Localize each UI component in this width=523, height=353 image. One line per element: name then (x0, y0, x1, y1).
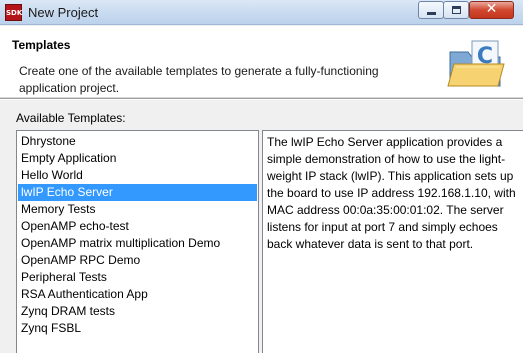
template-description-panel: The lwIP Echo Server application provide… (262, 130, 523, 353)
list-item-zynq-fsbl[interactable]: Zynq FSBL (18, 320, 257, 337)
close-button[interactable]: ✕ (469, 1, 514, 19)
title-bar[interactable]: SDK New Project ✕ (0, 0, 523, 25)
wizard-header: Templates Create one of the available te… (0, 26, 523, 98)
available-templates-label: Available Templates: (16, 111, 126, 125)
list-item-rsa-authentication-app[interactable]: RSA Authentication App (18, 286, 257, 303)
list-item-empty-application[interactable]: Empty Application (18, 150, 257, 167)
page-title: Templates (12, 38, 71, 52)
list-item-openamp-echo-test[interactable]: OpenAMP echo-test (18, 218, 257, 235)
list-item-openamp-matrix-multiplication-demo[interactable]: OpenAMP matrix multiplication Demo (18, 235, 257, 252)
maximize-button[interactable] (443, 1, 469, 19)
list-item-memory-tests[interactable]: Memory Tests (18, 201, 257, 218)
list-item-openamp-rpc-demo[interactable]: OpenAMP RPC Demo (18, 252, 257, 269)
page-description: Create one of the available templates to… (19, 64, 379, 95)
minimize-icon (427, 12, 436, 15)
new-project-wizard-icon: C (447, 40, 505, 87)
list-item-zynq-dram-tests[interactable]: Zynq DRAM tests (18, 303, 257, 320)
template-list[interactable]: Dhrystone Empty Application Hello World … (16, 130, 259, 353)
minimize-button[interactable] (418, 1, 444, 19)
maximize-icon (452, 6, 461, 14)
list-item-peripheral-tests[interactable]: Peripheral Tests (18, 269, 257, 286)
header-separator-highlight (0, 99, 523, 100)
close-icon: ✕ (485, 1, 498, 17)
list-item-dhrystone[interactable]: Dhrystone (18, 133, 257, 150)
template-description-text: The lwIP Echo Server application provide… (267, 135, 516, 251)
list-item-lwip-echo-server[interactable]: lwIP Echo Server (18, 184, 257, 201)
sdk-app-icon: SDK (5, 4, 22, 21)
list-item-hello-world[interactable]: Hello World (18, 167, 257, 184)
window-title: New Project (28, 5, 99, 20)
